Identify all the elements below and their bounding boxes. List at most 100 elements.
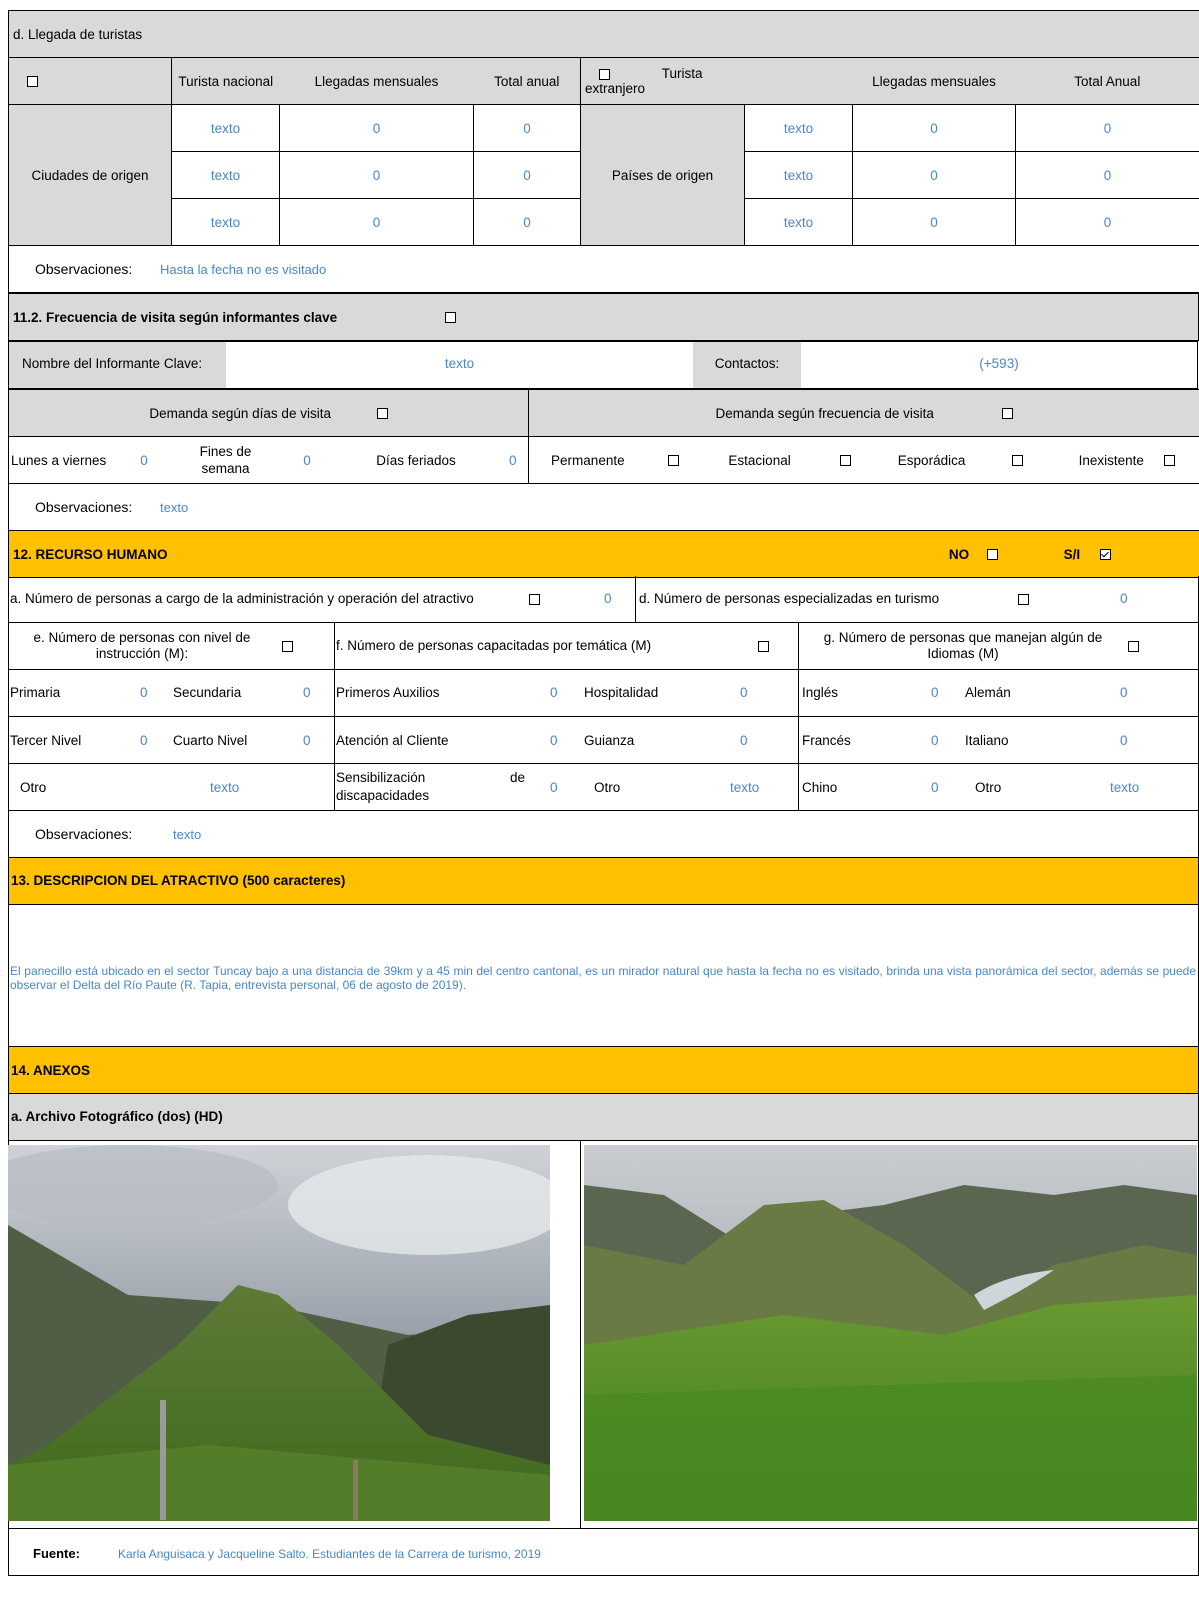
ciudad-field[interactable]: texto [171,104,280,152]
a-value[interactable]: 0 [604,591,612,606]
observaciones-value[interactable]: Hasta la fecha no es visitado [160,262,326,277]
frances-label: Francés [802,733,851,748]
pais-mensual-field[interactable]: 0 [852,104,1016,152]
pais-anual-field[interactable]: 0 [1014,151,1199,199]
chino-label: Chino [802,780,838,795]
informante-label-text: Nombre del Informante Clave: [22,356,203,371]
fuente-value[interactable]: Karla Anguisaca y Jacqueline Salto. Estu… [118,1547,541,1561]
tercer-value[interactable]: 0 [140,733,148,748]
nacional-checkbox[interactable] [27,76,38,88]
auxilios-value[interactable]: 0 [550,685,558,700]
cuarto-value[interactable]: 0 [303,733,311,748]
demanda-dias-title: Demanda según días de visita [149,405,331,421]
extranjero-checkbox[interactable] [599,68,610,80]
photo-delta-rio-paute [584,1145,1197,1521]
otro1-value[interactable]: texto [210,780,239,795]
pais-field[interactable]: texto [744,104,853,152]
aleman-value[interactable]: 0 [1120,685,1128,700]
inexistente-checkbox[interactable] [1163,455,1175,467]
secundaria-value[interactable]: 0 [303,685,311,700]
informante-value-text[interactable]: texto [226,356,693,371]
sensib-label-de: de [510,770,526,785]
pais-anual-field[interactable]: 0 [1014,104,1199,152]
italiano-label: Italiano [965,733,1009,748]
si-n-label: S/I [1063,546,1081,562]
ciudad-anual-field[interactable]: 0 [473,151,581,199]
fines-label: Fines de semana [171,436,280,484]
recurso-title: 12. RECURSO HUMANO [7,530,934,578]
atencion-value[interactable]: 0 [550,733,558,748]
lunes-value[interactable]: 0 [116,436,172,484]
lunes-label: Lunes a viernes [8,436,117,484]
primaria-value[interactable]: 0 [140,685,148,700]
demanda-frecuencia-checkbox[interactable] [1001,408,1013,420]
descripcion-text[interactable]: El panecillo está ubicado en el sector T… [10,964,1196,992]
pais-field[interactable]: texto [744,198,853,246]
frances-value[interactable]: 0 [931,733,939,748]
feriados-label: Días feriados [334,436,498,484]
ciudades-origen-label: Ciudades de origen [8,104,172,246]
hospitalidad-value[interactable]: 0 [740,685,748,700]
extranjero-mensuales-header: Llegadas mensuales [852,57,1016,105]
pais-anual-field[interactable]: 0 [1014,198,1199,246]
llegada-turistas-table: d. Llegada de turistas Turista nacional … [7,10,1199,293]
si-n-checkbox[interactable] [1099,549,1111,561]
pais-field[interactable]: texto [744,151,853,199]
pais-mensual-field[interactable]: 0 [852,151,1016,199]
archivo-title: a. Archivo Fotográfico (dos) (HD) [11,1109,223,1124]
feriados-value[interactable]: 0 [497,436,530,484]
demanda-dias-checkbox[interactable] [376,408,388,420]
observaciones-value[interactable]: texto [160,500,188,515]
a-checkbox[interactable] [529,594,540,605]
d-value[interactable]: 0 [1120,591,1128,606]
no-checkbox[interactable] [986,549,998,561]
informante-overlay: Nombre del Informante Clave: texto Conta… [8,341,1199,389]
frecuencia-checkbox[interactable] [444,312,456,324]
ciudad-mensual-field[interactable]: 0 [279,151,474,199]
sensib-value[interactable]: 0 [550,780,558,795]
demanda-table: Demanda según días de visita Demanda seg… [7,389,1199,531]
e-label: e. Número de personas con nivel de instr… [33,630,251,661]
permanente-checkbox[interactable] [668,455,680,467]
guianza-value[interactable]: 0 [740,733,748,748]
inexistente-label: Inexistente [1078,452,1144,468]
fines-value[interactable]: 0 [279,436,335,484]
pais-mensual-field[interactable]: 0 [852,198,1016,246]
recurso-humano-table: 12. RECURSO HUMANO SI NO S/I [7,530,1199,578]
d-label: d. Número de personas especializadas en … [639,591,940,606]
a-label: a. Número de personas a cargo de la admi… [10,591,474,606]
e-checkbox[interactable] [282,641,293,652]
auxilios-label: Primeros Auxilios [336,685,440,700]
frecuencia-title: 11.2. Frecuencia de visita según informa… [13,309,338,325]
contactos-label: Contactos: [714,356,780,371]
ciudad-anual-field[interactable]: 0 [473,104,581,152]
otro3-value[interactable]: texto [1110,780,1139,795]
hospitalidad-label: Hospitalidad [584,685,659,700]
ciudad-mensual-field[interactable]: 0 [279,104,474,152]
ciudad-anual-field[interactable]: 0 [473,198,581,246]
esporadica-checkbox[interactable] [1012,455,1024,467]
ciudad-field[interactable]: texto [171,151,280,199]
observaciones-value[interactable]: texto [173,827,201,842]
otro2-value[interactable]: texto [730,780,759,795]
ingles-value[interactable]: 0 [931,685,939,700]
chino-value[interactable]: 0 [931,780,939,795]
italiano-value[interactable]: 0 [1120,733,1128,748]
sensib-label-b: discapacidades [336,788,430,803]
estacional-checkbox[interactable] [840,455,852,467]
secundaria-label: Secundaria [173,685,242,700]
g-checkbox[interactable] [1128,641,1139,652]
ciudad-field[interactable]: texto [171,198,280,246]
observaciones-label: Observaciones: [35,261,133,277]
f-checkbox[interactable] [758,641,769,652]
sensib-label-a: Sensibilización [336,770,426,785]
observaciones-label: Observaciones: [35,499,133,515]
primaria-label: Primaria [10,685,61,700]
tercer-label: Tercer Nivel [10,733,82,748]
d-checkbox[interactable] [1018,594,1029,605]
nacional-total-header: Total anual [473,57,581,105]
ciudad-mensual-field[interactable]: 0 [279,198,474,246]
contactos-field[interactable]: (+593) [801,356,1197,371]
anexos-title: 14. ANEXOS [11,1063,91,1078]
paises-origen-label: Países de origen [580,104,745,246]
